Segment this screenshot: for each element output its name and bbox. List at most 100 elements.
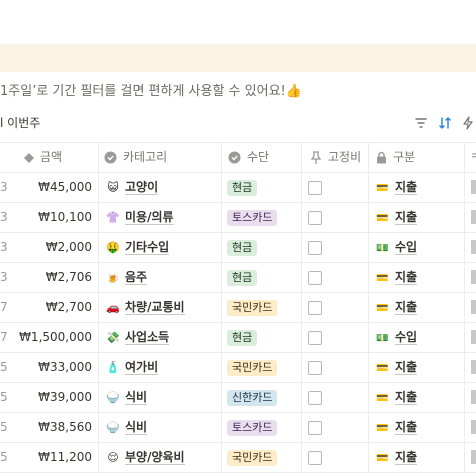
kind-cell[interactable]: 💳 지출 xyxy=(376,413,464,442)
payment-cell[interactable]: 현금 xyxy=(227,173,301,202)
payment-cell[interactable]: 토스카드 xyxy=(227,203,301,232)
amount-cell[interactable]: ₩45,000 xyxy=(18,173,92,202)
category-cell[interactable]: 🚗 차량/교통비 xyxy=(106,293,216,322)
category-cell[interactable]: 🍺 음주 xyxy=(106,263,216,292)
fixed-cost-checkbox[interactable] xyxy=(308,451,322,465)
table-row[interactable]: 5 ₩38,560 🍚 식비 토스카드 💳 지출 xyxy=(0,413,476,443)
column-header-fixed[interactable]: 고정비 xyxy=(310,143,361,172)
category-link[interactable]: 식비 xyxy=(125,420,148,435)
category-cell[interactable]: 🍚 식비 xyxy=(106,413,216,442)
kind-link[interactable]: 수입 xyxy=(395,240,418,255)
fixed-cost-checkbox[interactable] xyxy=(308,421,322,435)
amount-cell[interactable]: ₩33,000 xyxy=(18,353,92,382)
category-cell[interactable]: 🧴 여가비 xyxy=(106,353,216,382)
column-header-payment[interactable]: 수단 xyxy=(228,143,269,172)
kind-link[interactable]: 지출 xyxy=(395,300,418,315)
table-row[interactable]: 3 ₩45,000 😺 고양이 현금 💳 지출 xyxy=(0,173,476,203)
amount-cell[interactable]: ₩2,000 xyxy=(18,233,92,262)
payment-cell[interactable]: 국민카드 xyxy=(227,293,301,322)
kind-cell[interactable]: 💳 지출 xyxy=(376,263,464,292)
filter-icon[interactable] xyxy=(413,115,429,131)
category-cell[interactable]: 🤑 기타수입 xyxy=(106,233,216,262)
table-row[interactable]: 3 ₩2,706 🍺 음주 현금 💳 지출 xyxy=(0,263,476,293)
fixed-cost-cell[interactable] xyxy=(306,203,366,232)
fixed-cost-cell[interactable] xyxy=(306,383,366,412)
category-cell[interactable]: 💸 사업소득 xyxy=(106,323,216,352)
table-row[interactable]: 5 ₩11,200 😌 부양/양육비 국민카드 💳 지출 xyxy=(0,443,476,473)
table-row[interactable]: 7 ₩2,700 🚗 차량/교통비 국민카드 💳 지출 xyxy=(0,293,476,323)
kind-link[interactable]: 지출 xyxy=(395,420,418,435)
category-link[interactable]: 차량/교통비 xyxy=(125,300,185,315)
kind-link[interactable]: 지출 xyxy=(395,270,418,285)
fixed-cost-cell[interactable] xyxy=(306,413,366,442)
table-row[interactable]: 5 ₩39,000 🍚 식비 신한카드 💳 지출 xyxy=(0,383,476,413)
category-cell[interactable]: 🍚 식비 xyxy=(106,383,216,412)
payment-cell[interactable]: 신한카드 xyxy=(227,383,301,412)
kind-link[interactable]: 지출 xyxy=(395,180,418,195)
fixed-cost-checkbox[interactable] xyxy=(308,181,322,195)
column-header-category[interactable]: 카테고리 xyxy=(104,143,167,172)
fixed-cost-checkbox[interactable] xyxy=(308,211,322,225)
table-row[interactable]: 7 ₩1,500,000 💸 사업소득 현금 💵 수입 xyxy=(0,323,476,353)
kind-cell[interactable]: 💳 지출 xyxy=(376,353,464,382)
fixed-cost-cell[interactable] xyxy=(306,323,366,352)
amount-cell[interactable]: ₩38,560 xyxy=(18,413,92,442)
fixed-cost-checkbox[interactable] xyxy=(308,241,322,255)
category-link[interactable]: 여가비 xyxy=(125,360,159,375)
amount-cell[interactable]: ₩2,706 xyxy=(18,263,92,292)
kind-link[interactable]: 지출 xyxy=(395,450,418,465)
column-header-extra[interactable]: ㅋ xyxy=(470,143,476,172)
payment-cell[interactable]: 토스카드 xyxy=(227,413,301,442)
table-row[interactable]: 3 ₩2,000 🤑 기타수입 현금 💵 수입 xyxy=(0,233,476,263)
kind-link[interactable]: 지출 xyxy=(395,390,418,405)
payment-cell[interactable]: 국민카드 xyxy=(227,353,301,382)
category-link[interactable]: 음주 xyxy=(125,270,148,285)
kind-link[interactable]: 지출 xyxy=(395,210,418,225)
fixed-cost-checkbox[interactable] xyxy=(308,271,322,285)
category-link[interactable]: 식비 xyxy=(125,390,148,405)
kind-cell[interactable]: 💳 지출 xyxy=(376,383,464,412)
view-tab-this-week[interactable]: l 이번주 xyxy=(0,114,40,132)
kind-cell[interactable]: 💳 지출 xyxy=(376,203,464,232)
amount-cell[interactable]: ₩10,100 xyxy=(18,203,92,232)
category-cell[interactable]: 😌 부양/양육비 xyxy=(106,443,216,472)
kind-cell[interactable]: 💳 지출 xyxy=(376,173,464,202)
kind-cell[interactable]: 💵 수입 xyxy=(376,323,464,352)
payment-cell[interactable]: 현금 xyxy=(227,233,301,262)
category-cell[interactable]: 😺 고양이 xyxy=(106,173,216,202)
fixed-cost-cell[interactable] xyxy=(306,293,366,322)
table-row[interactable]: 5 ₩33,000 🧴 여가비 국민카드 💳 지출 xyxy=(0,353,476,383)
payment-cell[interactable]: 국민카드 xyxy=(227,443,301,472)
kind-link[interactable]: 지출 xyxy=(395,360,418,375)
column-header-amount[interactable]: 금액 xyxy=(24,143,62,172)
fixed-cost-checkbox[interactable] xyxy=(308,331,322,345)
category-link[interactable]: 부양/양육비 xyxy=(125,450,185,465)
payment-cell[interactable]: 현금 xyxy=(227,263,301,292)
fixed-cost-checkbox[interactable] xyxy=(308,361,322,375)
amount-cell[interactable]: ₩39,000 xyxy=(18,383,92,412)
kind-cell[interactable]: 💳 지출 xyxy=(376,443,464,472)
column-header-kind[interactable]: 구분 xyxy=(376,143,415,172)
fixed-cost-cell[interactable] xyxy=(306,173,366,202)
kind-cell[interactable]: 💵 수입 xyxy=(376,233,464,262)
fixed-cost-cell[interactable] xyxy=(306,353,366,382)
lightning-icon[interactable] xyxy=(460,115,476,131)
category-link[interactable]: 고양이 xyxy=(125,180,159,195)
fixed-cost-cell[interactable] xyxy=(306,233,366,262)
amount-cell[interactable]: ₩11,200 xyxy=(18,443,92,472)
fixed-cost-checkbox[interactable] xyxy=(308,391,322,405)
kind-link[interactable]: 수입 xyxy=(395,330,418,345)
category-cell[interactable]: 👚 미용/의류 xyxy=(106,203,216,232)
amount-cell[interactable]: ₩1,500,000 xyxy=(18,323,92,352)
kind-cell[interactable]: 💳 지출 xyxy=(376,293,464,322)
category-link[interactable]: 미용/의류 xyxy=(125,210,174,225)
sort-icon[interactable] xyxy=(437,115,453,131)
category-link[interactable]: 사업소득 xyxy=(125,330,170,345)
category-link[interactable]: 기타수입 xyxy=(125,240,170,255)
fixed-cost-checkbox[interactable] xyxy=(308,301,322,315)
fixed-cost-cell[interactable] xyxy=(306,443,366,472)
amount-cell[interactable]: ₩2,700 xyxy=(18,293,92,322)
table-row[interactable]: 3 ₩10,100 👚 미용/의류 토스카드 💳 지출 xyxy=(0,203,476,233)
fixed-cost-cell[interactable] xyxy=(306,263,366,292)
payment-cell[interactable]: 현금 xyxy=(227,323,301,352)
